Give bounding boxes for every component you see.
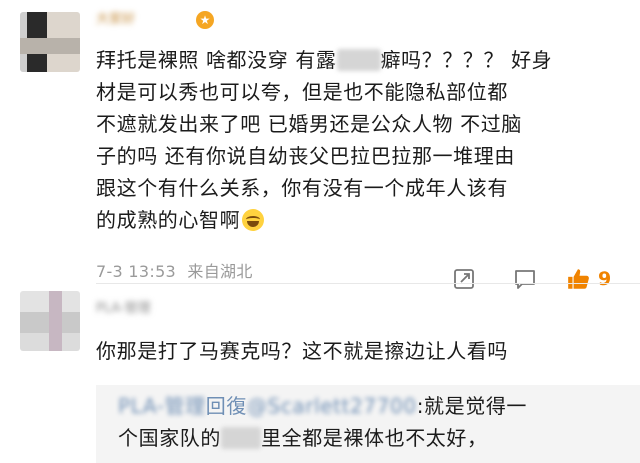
reply-connector: 回復: [205, 394, 247, 418]
laughing-emoji-icon: [242, 209, 265, 231]
comment-username[interactable]: PLA-管理: [96, 299, 206, 319]
comment-text-line: 不遮就发出来了吧 已婚男还是公众人物 不过脑: [96, 112, 522, 136]
avatar[interactable]: [20, 12, 80, 72]
comment-item: 大家好 ★ 拜托是裸照 啥都没穿 有露 癖吗？？？？ 好身 材是可以秀也可以夸，但…: [0, 0, 640, 290]
divider: [96, 283, 640, 284]
reply-line: 个国家队的 里全都是裸体也不太好，: [118, 423, 488, 453]
reply-text: 里全都是裸体也不太好，: [261, 426, 488, 450]
reply-text: 个国家队的: [118, 426, 221, 450]
reply-author[interactable]: PLA-管理: [118, 391, 206, 421]
comment-meta: 7-3 13:53 来自湖北: [96, 258, 253, 282]
comment-text: 拜托是裸照 啥都没穿 有露 癖吗？？？？ 好身 材是可以秀也可以夸，但是也不能隐私…: [96, 44, 616, 236]
comment-text-line: 子的吗 还有你说自幼丧父巴拉巴拉那一堆理由: [96, 144, 515, 168]
comment-text-line: 癖吗？？？？ 好身: [380, 48, 553, 72]
comment-text-line: 的成熟的心智啊: [96, 208, 241, 232]
comment-item: PLA-管理 你那是打了马赛克吗？这不就是擦边让人看吗 PLA-管理回復@Sca…: [0, 283, 640, 463]
censored-blur: [221, 427, 261, 449]
reply-text: :就是觉得一: [416, 394, 528, 418]
vip-badge-icon: ★: [196, 11, 214, 29]
comment-text-line: 拜托是裸照 啥都没穿 有露: [96, 48, 337, 72]
comment-location: 来自湖北: [187, 262, 253, 281]
reply-preview[interactable]: PLA-管理回復@Scarlett27700:就是觉得一 个国家队的 里全都是裸体…: [96, 385, 640, 463]
comment-text-line: 材是可以秀也可以夸，但是也不能隐私部位都: [96, 80, 508, 104]
comment-time: 7-3 13:53: [96, 262, 177, 281]
avatar[interactable]: [20, 291, 80, 351]
reply-mention[interactable]: @Scarlett27700: [247, 391, 417, 421]
comment-text-line: 跟这个有什么关系，你有没有一个成年人该有: [96, 176, 508, 200]
censored-blur: [336, 49, 381, 71]
comment-text: 你那是打了马赛克吗？这不就是擦边让人看吗: [96, 339, 508, 363]
reply-line: PLA-管理回復@Scarlett27700:就是觉得一: [118, 391, 527, 421]
